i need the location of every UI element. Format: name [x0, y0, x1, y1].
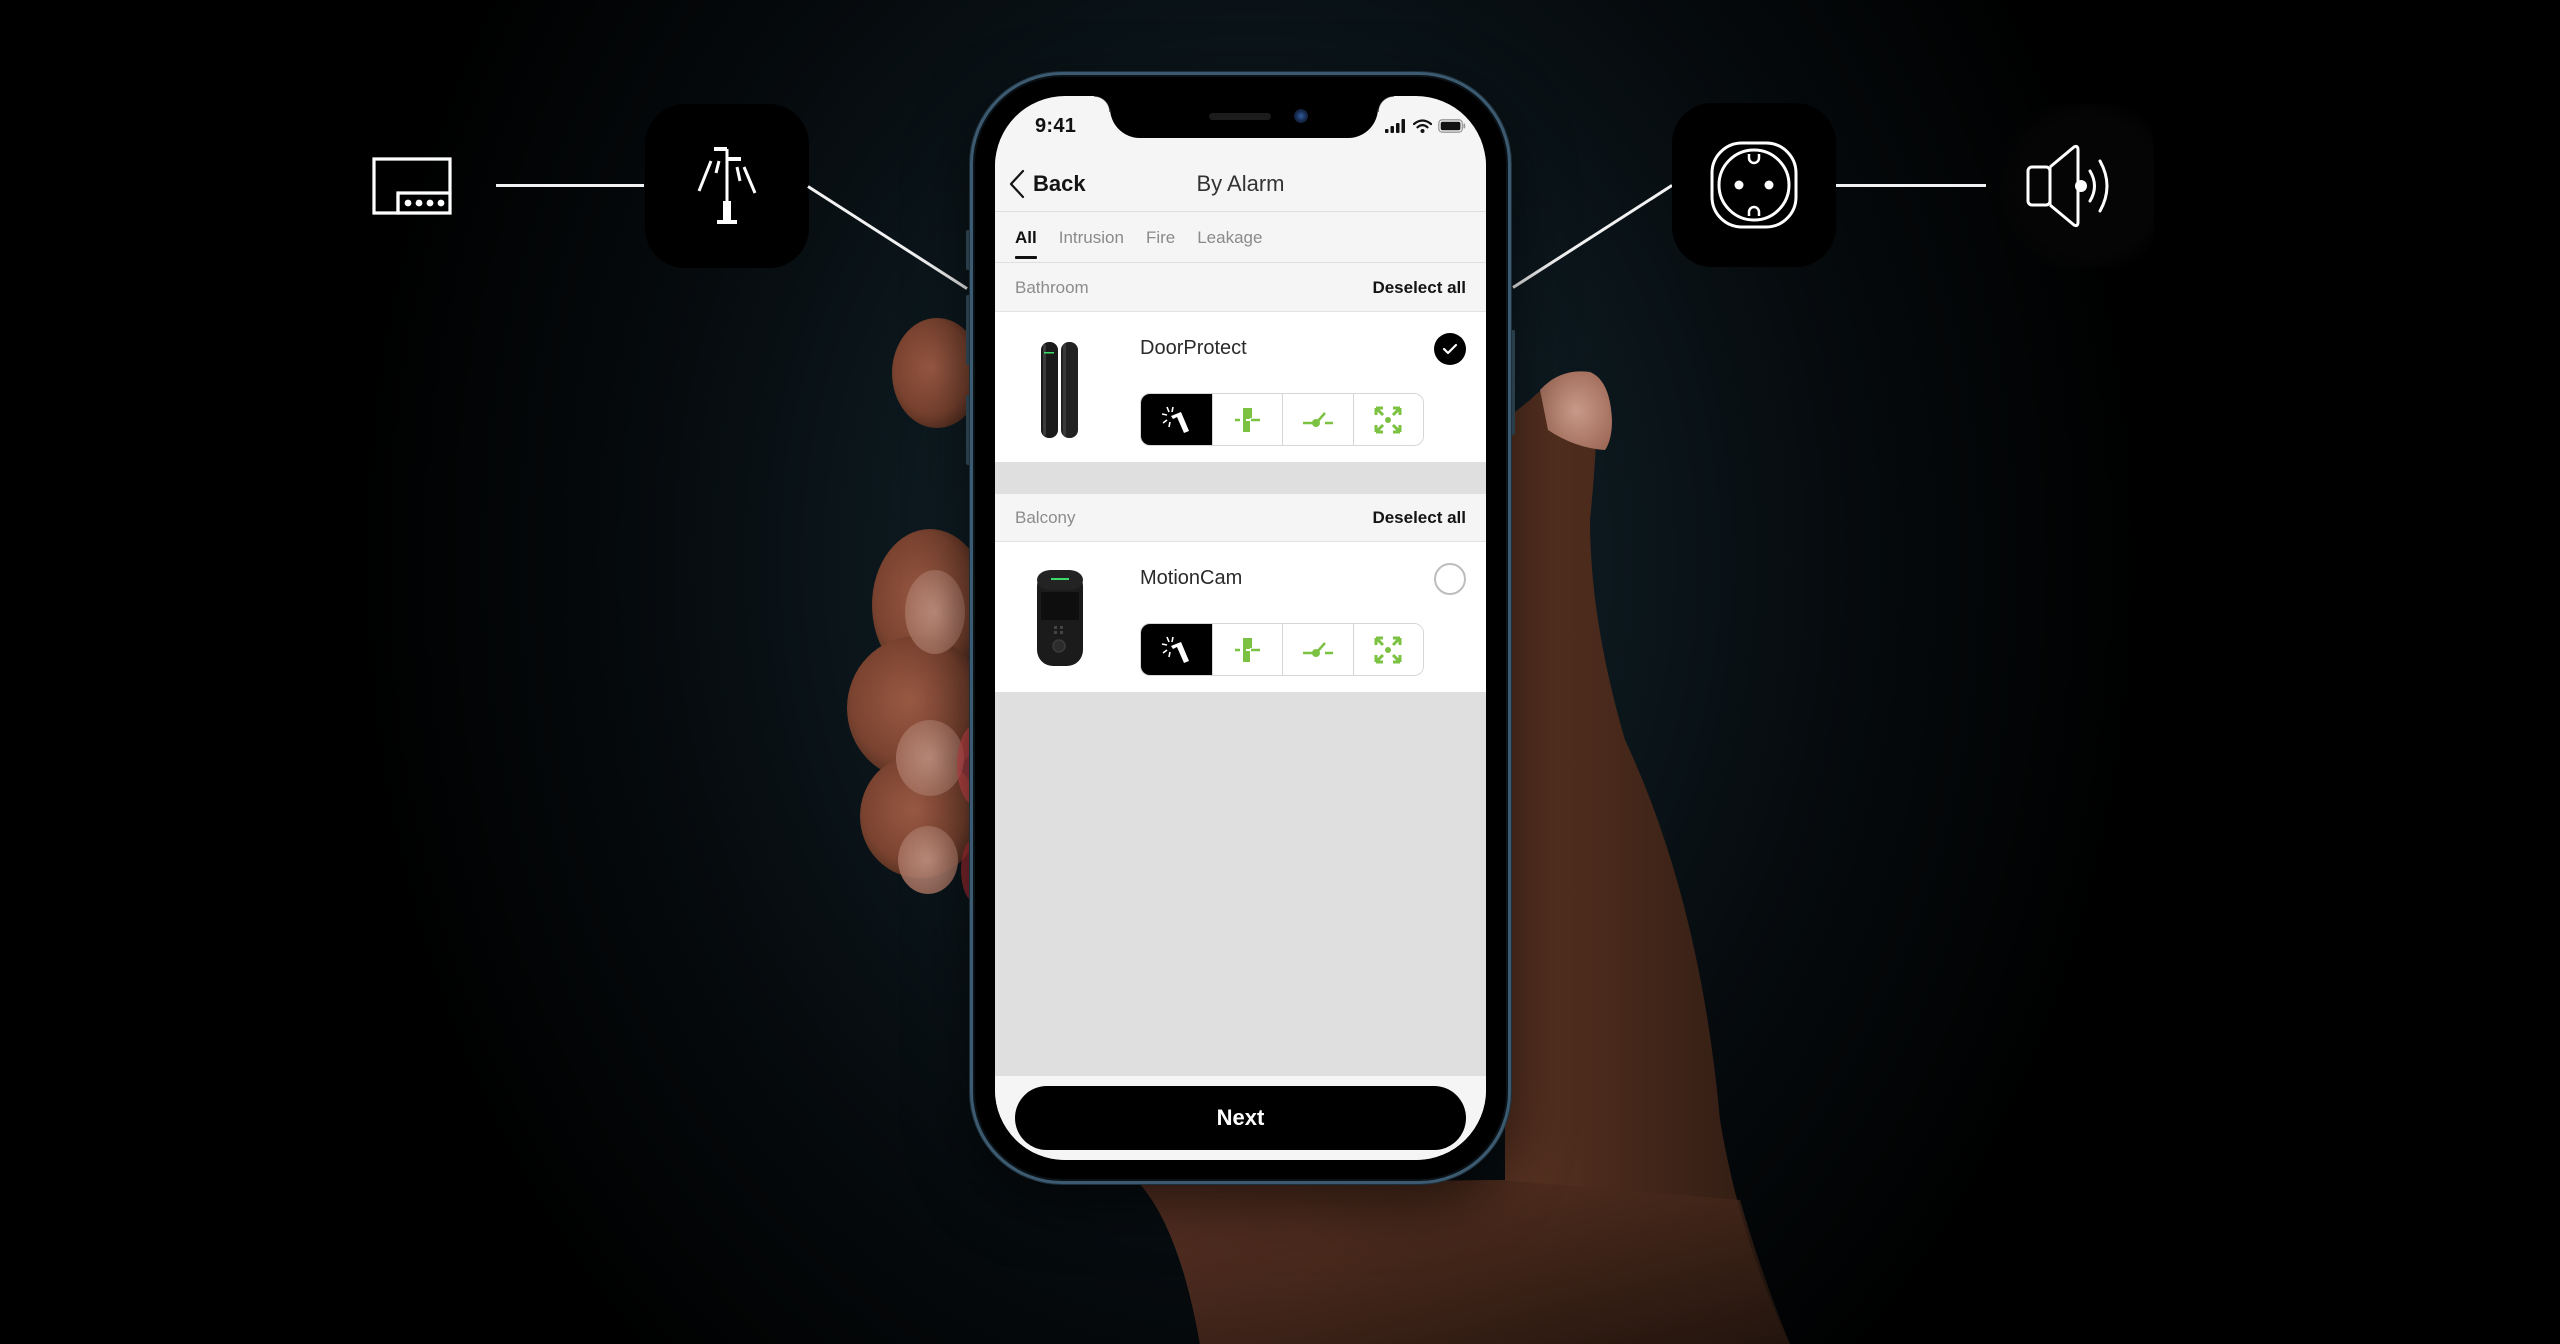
socket-icon [1710, 141, 1798, 229]
status-time: 9:41 [1035, 115, 1077, 137]
tab-leakage[interactable]: Leakage [1197, 212, 1262, 262]
alarm-toggle-tamper[interactable] [1141, 394, 1212, 445]
connector-line [1512, 184, 1673, 289]
room-name: Bathroom [1015, 277, 1089, 297]
next-button[interactable]: Next [1015, 1086, 1466, 1150]
keypad-feature [370, 155, 456, 217]
page-title: By Alarm [1196, 171, 1285, 196]
switch-contact-icon [1302, 641, 1333, 657]
connector-line [1836, 184, 1986, 187]
tab-intrusion[interactable]: Intrusion [1059, 212, 1124, 262]
keypad-icon [372, 157, 452, 215]
device-list: Bathroom Deselect all DoorProtect Balcon… [995, 264, 1486, 1076]
room-name: Balcony [1015, 507, 1076, 527]
signal-icon [1385, 119, 1405, 133]
status-icons [1385, 119, 1466, 133]
motion-camera-image [1037, 570, 1083, 666]
motion-area-icon [1374, 406, 1402, 433]
alarm-type-group [1140, 393, 1424, 446]
door-opening-icon [1235, 637, 1261, 662]
tab-all[interactable]: All [1015, 212, 1037, 262]
connector-line [807, 185, 968, 290]
tamper-alarm-icon [1162, 636, 1190, 663]
alarm-toggle-motion[interactable] [1352, 394, 1423, 445]
device-card-motioncam[interactable]: MotionCam [995, 542, 1486, 692]
device-select-checkbox[interactable] [1434, 563, 1466, 595]
door-sensor-image [1041, 342, 1078, 438]
alarm-toggle-opening[interactable] [1211, 624, 1282, 675]
device-select-checkbox[interactable] [1434, 333, 1466, 365]
tab-fire[interactable]: Fire [1146, 212, 1175, 262]
phone-screen: 9:41 Back By Alarm All Intrusion Fire Le… [995, 96, 1486, 1160]
battery-icon [1438, 119, 1466, 133]
footer-bar: Next [995, 1076, 1486, 1160]
alarm-toggle-switch[interactable] [1282, 624, 1353, 675]
alarm-toggle-motion[interactable] [1352, 624, 1423, 675]
tamper-alarm-icon [1162, 406, 1190, 433]
speaker-icon [2026, 144, 2109, 228]
device-name: DoorProtect [1140, 337, 1247, 359]
section-separator [995, 462, 1486, 494]
alarm-toggle-tamper[interactable] [1141, 624, 1212, 675]
phone-frame: 9:41 Back By Alarm All Intrusion Fire Le… [970, 72, 1511, 1184]
alarm-toggle-switch[interactable] [1282, 394, 1353, 445]
alarm-toggle-opening[interactable] [1211, 394, 1282, 445]
switch-contact-icon [1302, 411, 1333, 427]
alarm-type-tabs: All Intrusion Fire Leakage [995, 212, 1486, 263]
street-light-icon [697, 147, 757, 224]
street-light-feature [645, 104, 809, 268]
status-bar: 9:41 [995, 96, 1486, 156]
device-name: MotionCam [1140, 567, 1243, 589]
door-opening-icon [1235, 407, 1261, 432]
section-header-bathroom: Bathroom Deselect all [995, 264, 1486, 312]
wifi-icon [1413, 119, 1432, 133]
speaker-feature [1990, 104, 2154, 268]
deselect-all-button[interactable]: Deselect all [1372, 278, 1466, 298]
device-card-doorprotect[interactable]: DoorProtect [995, 312, 1486, 462]
alarm-type-group [1140, 623, 1424, 676]
nav-bar: Back By Alarm [995, 156, 1486, 212]
checkmark-icon [1442, 343, 1458, 355]
socket-feature [1672, 103, 1836, 267]
deselect-all-button[interactable]: Deselect all [1372, 508, 1466, 528]
section-header-balcony: Balcony Deselect all [995, 494, 1486, 542]
connector-line [496, 184, 644, 187]
motion-area-icon [1374, 636, 1402, 663]
